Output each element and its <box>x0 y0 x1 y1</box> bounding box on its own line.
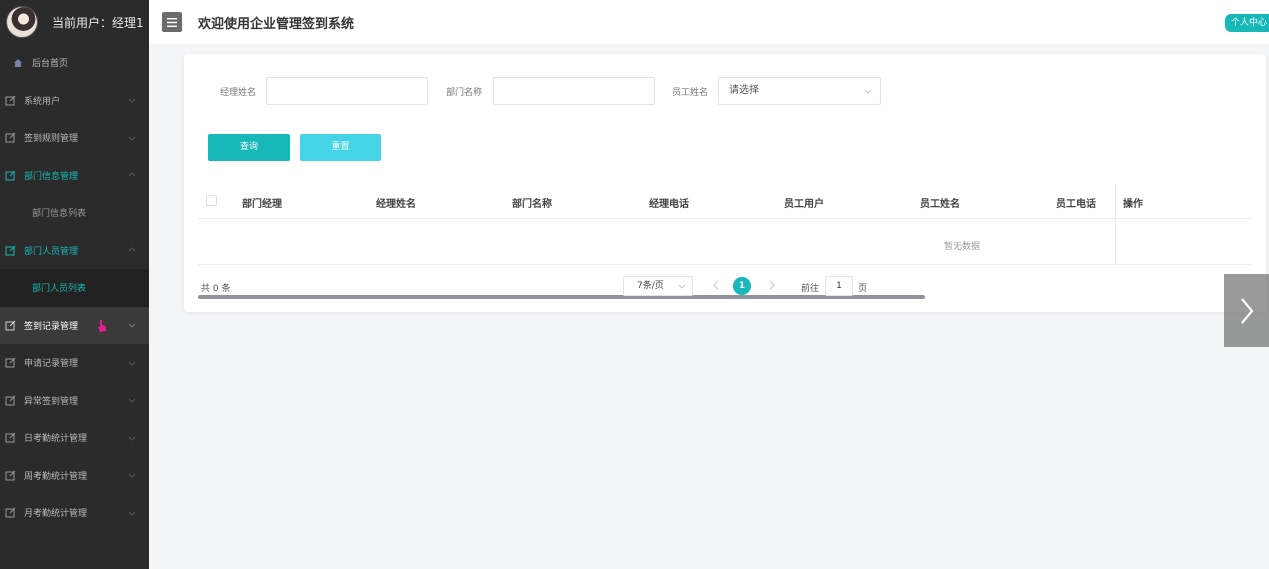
search-form: 经理姓名 部门名称 员工姓名 请选择 <box>184 77 1266 105</box>
manager-name-label: 经理姓名 <box>220 88 257 98</box>
table-header: 部门经理 经理姓名 部门名称 经理电话 员工用户 员工姓名 员工电话 操作 <box>198 184 1252 219</box>
sidebar-item-home[interactable]: 后台首页 <box>0 44 149 82</box>
chevron-up-icon <box>128 172 136 177</box>
user-bar: 当前用户：经理1 <box>0 0 149 44</box>
sidebar-item-label: 日考勤统计管理 <box>24 434 88 445</box>
column-header: 经理电话 <box>649 199 689 210</box>
edit-icon <box>4 357 16 369</box>
sidebar-item-label: 异常签到管理 <box>24 396 79 407</box>
current-user-label: 当前用户：经理1 <box>52 15 144 30</box>
edit-icon <box>4 244 16 256</box>
chevron-down-icon <box>128 473 136 478</box>
sidebar-item-label: 月考勤统计管理 <box>24 509 88 520</box>
data-table: 部门经理 经理姓名 部门名称 经理电话 员工用户 员工姓名 员工电话 操作 暂无… <box>198 184 1252 299</box>
hamburger-icon <box>167 17 177 27</box>
dept-name-label: 部门名称 <box>446 88 483 98</box>
sidebar-item-monthly-stats[interactable]: 月考勤统计管理 <box>0 494 149 532</box>
employee-name-label: 员工姓名 <box>672 88 709 98</box>
query-button[interactable]: 查询 <box>208 134 290 161</box>
prev-page-icon[interactable] <box>712 280 720 290</box>
edit-icon <box>4 507 16 519</box>
edit-icon <box>4 132 16 144</box>
chevron-down-icon <box>128 511 136 516</box>
table-body: 暂无数据 <box>198 184 1252 299</box>
sidebar-item-label: 系统用户 <box>24 96 61 107</box>
chevron-down-icon <box>128 436 136 441</box>
select-all-checkbox[interactable] <box>206 195 217 206</box>
sidebar-item-label: 申请记录管理 <box>24 359 79 370</box>
sidebar-item-abnormal-signin[interactable]: 异常签到管理 <box>0 382 149 420</box>
sidebar: 当前用户：经理1 后台首页 系统用户 签到规则管理 部门信息管理 部门信息列表 <box>0 0 149 569</box>
sidebar-item-label: 后台首页 <box>32 59 69 70</box>
sidebar-item-label: 签到规则管理 <box>24 134 79 145</box>
hand-cursor-icon <box>98 319 106 332</box>
employee-name-select[interactable]: 请选择 <box>718 77 881 105</box>
employee-name-placeholder: 请选择 <box>729 85 759 96</box>
sidebar-item-label: 部门人员管理 <box>24 246 79 257</box>
goto-unit: 页 <box>858 284 868 294</box>
column-header: 员工用户 <box>784 199 824 210</box>
manager-name-input[interactable] <box>266 77 428 105</box>
total-count: 共 0 条 <box>201 284 231 294</box>
chevron-up-icon <box>128 247 136 252</box>
goto-page-input[interactable]: 1 <box>825 276 853 296</box>
sidebar-item-weekly-stats[interactable]: 周考勤统计管理 <box>0 457 149 495</box>
column-header: 部门名称 <box>512 199 552 210</box>
edit-icon <box>4 319 16 331</box>
sidebar-item-dept-info[interactable]: 部门信息管理 <box>0 157 149 195</box>
sidebar-item-label: 周考勤统计管理 <box>24 471 88 482</box>
sidebar-item-application-records[interactable]: 申请记录管理 <box>0 344 149 382</box>
edit-icon <box>4 94 16 106</box>
sidebar-item-label: 部门信息列表 <box>32 209 87 220</box>
sidebar-item-daily-stats[interactable]: 日考勤统计管理 <box>0 419 149 457</box>
goto-label: 前往 <box>801 284 820 294</box>
chevron-down-icon <box>128 398 136 403</box>
sidebar-item-system-users[interactable]: 系统用户 <box>0 82 149 120</box>
chevron-down-icon <box>864 89 872 94</box>
reset-button[interactable]: 重置 <box>300 134 381 161</box>
personal-center-button[interactable]: 个人中心 <box>1224 14 1269 32</box>
sidebar-item-label: 签到记录管理 <box>24 321 79 332</box>
top-header: 欢迎使用企业管理签到系统 个人中心 <box>149 0 1269 44</box>
avatar[interactable] <box>6 6 38 38</box>
column-header: 经理姓名 <box>376 199 416 210</box>
page-size-value: 7条/页 <box>637 281 664 291</box>
column-header: 部门经理 <box>242 199 282 210</box>
chevron-down-icon <box>128 136 136 141</box>
sidebar-item-dept-staff-list[interactable]: 部门人员列表 <box>0 269 149 307</box>
chevron-right-icon <box>1240 297 1253 324</box>
main-card: 经理姓名 部门名称 员工姓名 请选择 查询 重置 部门经理 经理姓名 部门名称 … <box>184 54 1266 312</box>
edit-icon <box>4 394 16 406</box>
column-header: 操作 <box>1123 199 1143 210</box>
page-size-select[interactable]: 7条/页 <box>623 276 693 296</box>
chevron-down-icon <box>128 323 136 328</box>
sidebar-item-signin-records[interactable]: 签到记录管理 <box>0 306 149 344</box>
chevron-down-icon <box>678 284 686 289</box>
column-divider <box>1115 184 1116 265</box>
next-page-icon[interactable] <box>768 280 776 290</box>
edit-icon <box>4 432 16 444</box>
sidebar-item-signin-rules[interactable]: 签到规则管理 <box>0 119 149 157</box>
pagination: 共 0 条 7条/页 1 前往 1 页 <box>184 276 1266 296</box>
column-header: 员工姓名 <box>920 199 960 210</box>
sidebar-menu: 后台首页 系统用户 签到规则管理 部门信息管理 部门信息列表 部门人员管理 部门… <box>0 44 149 532</box>
sidebar-item-label: 部门信息管理 <box>24 171 79 182</box>
chevron-down-icon <box>128 361 136 366</box>
home-icon <box>12 57 24 69</box>
edit-icon <box>4 169 16 181</box>
chevron-down-icon <box>128 98 136 103</box>
empty-text: 暂无数据 <box>944 242 981 252</box>
menu-toggle-button[interactable] <box>162 12 182 32</box>
sidebar-item-label: 部门人员列表 <box>32 284 87 295</box>
sidebar-item-dept-staff[interactable]: 部门人员管理 <box>0 232 149 270</box>
carousel-next-button[interactable] <box>1224 274 1269 347</box>
sidebar-item-dept-info-list[interactable]: 部门信息列表 <box>0 194 149 232</box>
page-title: 欢迎使用企业管理签到系统 <box>198 16 355 32</box>
dept-name-input[interactable] <box>493 77 655 105</box>
page-number-current[interactable]: 1 <box>733 277 751 295</box>
edit-icon <box>4 469 16 481</box>
column-header: 员工电话 <box>1056 199 1096 210</box>
